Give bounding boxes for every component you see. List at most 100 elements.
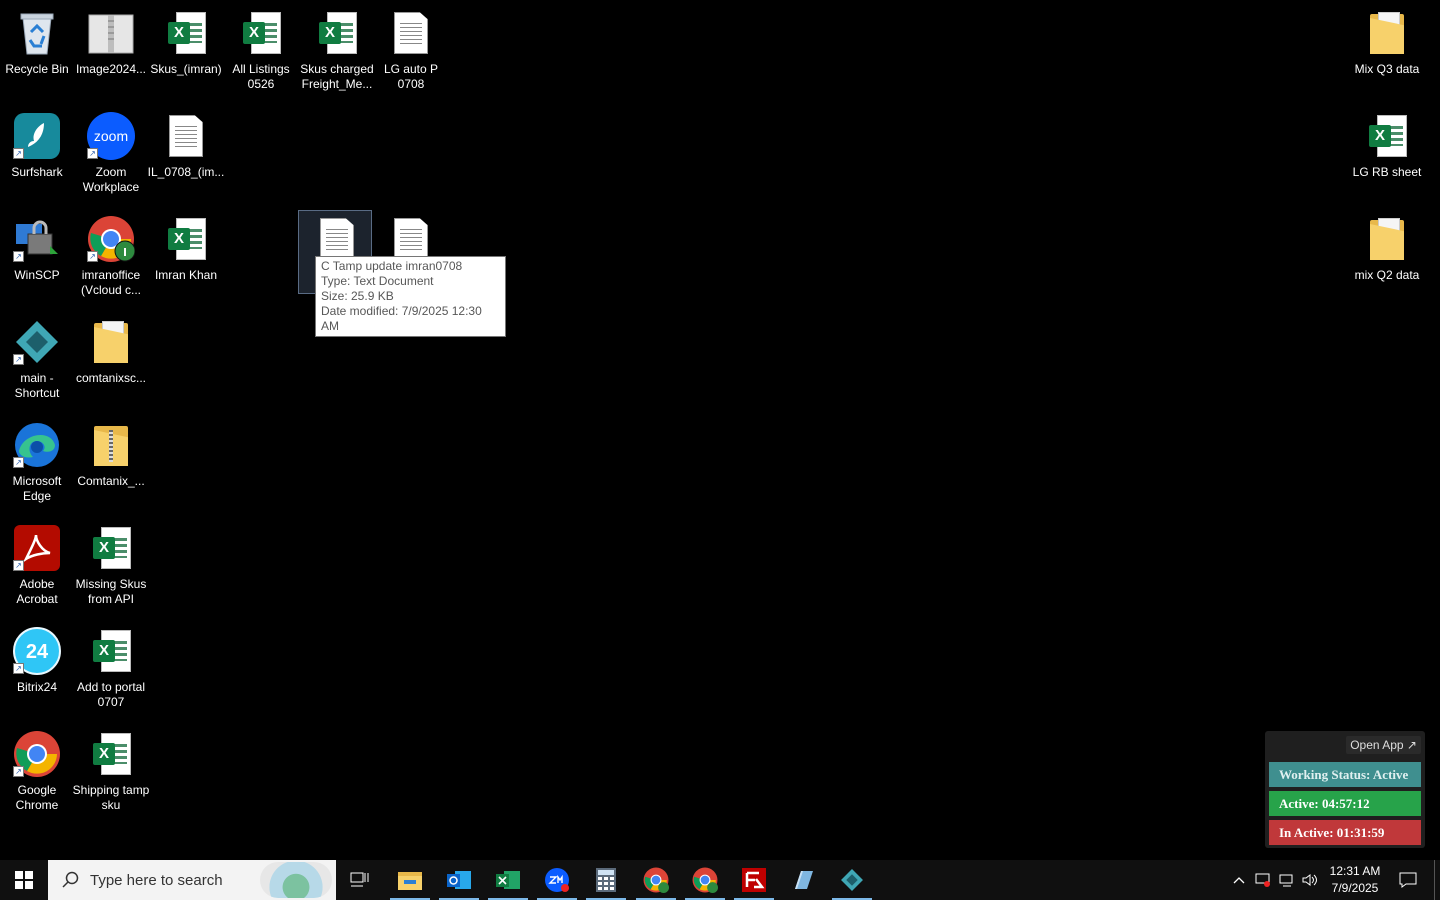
desktop-icon-surfshark[interactable]: ↗ Surfshark (0, 111, 74, 180)
diamond-app-icon: ↗ (12, 317, 62, 367)
text-file-icon (161, 111, 211, 161)
tooltip-type: Type: Text Document (321, 274, 434, 288)
calculator-icon (596, 868, 616, 892)
taskbar-chrome[interactable] (681, 860, 729, 900)
desktop-icon-skus-imran[interactable]: X Skus_(imran) (149, 8, 223, 77)
taskbar-calculator[interactable] (582, 860, 630, 900)
desktop-icon-missing-skus[interactable]: X Missing Skus from API (74, 523, 148, 607)
tray-overflow-button[interactable] (1228, 860, 1250, 900)
shortcut-arrow-icon: ↗ (13, 663, 24, 674)
taskbar-app-blue[interactable] (779, 860, 827, 900)
windows-icon (15, 871, 33, 889)
folder-icon (1362, 214, 1412, 264)
taskbar-zoom[interactable] (533, 860, 581, 900)
search-icon (62, 871, 79, 888)
desktop-icon-label: Recycle Bin (5, 62, 69, 76)
desktop-icon-all-listings[interactable]: X All Listings 0526 (224, 8, 298, 92)
desktop-icon-shipping[interactable]: X Shipping tamp sku (72, 729, 150, 813)
desktop-icon-recycle-bin[interactable]: Recycle Bin (0, 8, 74, 77)
taskbar-clock[interactable]: 12:31 AM 7/9/2025 (1322, 860, 1388, 900)
shortcut-arrow-icon: ↗ (13, 354, 24, 365)
task-view-button[interactable] (336, 860, 384, 900)
desktop-icon-label: Image2024... (75, 62, 147, 76)
excel-file-icon: X (236, 8, 286, 58)
desktop-icon-label: Microsoft Edge (12, 474, 62, 503)
desktop-icon-il-0708[interactable]: IL_0708_(im... (148, 111, 224, 180)
shortcut-arrow-icon: ↗ (13, 766, 24, 777)
show-desktop-button[interactable] (1434, 860, 1440, 900)
zoom-taskbar-icon (545, 868, 569, 892)
taskbar-search[interactable]: Type here to search (48, 860, 336, 900)
taskbar-outlook[interactable] (435, 860, 483, 900)
desktop-icon-zoom[interactable]: zoom ↗ Zoom Workplace (74, 111, 148, 195)
text-file-icon (386, 8, 436, 58)
desktop-icon-main-shortcut[interactable]: ↗ main - Shortcut (0, 317, 74, 401)
acrobat-icon: ↗ (12, 523, 62, 573)
desktop-icon-comtanixsc[interactable]: comtanixsc... (74, 317, 148, 386)
taskbar-main-app[interactable] (828, 860, 876, 900)
excel-file-icon: X (312, 8, 362, 58)
desktop-icon-chrome[interactable]: ↗ Google Chrome (0, 729, 74, 813)
desktop: Recycle Bin ↗ Surfshark ↗ WinSCP ↗ main … (0, 0, 1440, 860)
excel-file-icon: X (86, 729, 136, 779)
desktop-icon-lg-rb[interactable]: X LG RB sheet (1350, 111, 1424, 180)
clock-date: 7/9/2025 (1331, 881, 1379, 895)
shortcut-arrow-icon: ↗ (87, 251, 98, 262)
desktop-icon-mix-q2[interactable]: mix Q2 data (1350, 214, 1424, 283)
desktop-icon-bitrix24[interactable]: 24 ↗ Bitrix24 (0, 626, 74, 695)
tray-network[interactable] (1276, 860, 1298, 900)
open-app-button[interactable]: Open App ↗ (1346, 736, 1421, 754)
desktop-icon-add-portal[interactable]: X Add to portal 0707 (74, 626, 148, 710)
winscp-icon: ↗ (12, 214, 62, 264)
notification-icon (1399, 872, 1417, 888)
desktop-icon-lg-auto[interactable]: LG auto P 0708 (374, 8, 448, 92)
tray-network-alert[interactable] (1252, 860, 1274, 900)
desktop-icon-label: Surfshark (11, 165, 63, 179)
excel-file-icon: X (86, 523, 136, 573)
excel-file-icon: X (1362, 111, 1412, 161)
desktop-icon-skus-charged[interactable]: X Skus charged Freight_Me... (300, 8, 374, 92)
taskbar-chrome-profile[interactable] (632, 860, 680, 900)
desktop-icon-label: Bitrix24 (16, 680, 57, 694)
outlook-icon (447, 871, 471, 889)
excel-file-icon: X (161, 8, 211, 58)
chrome-profile-taskbar-icon (643, 867, 669, 893)
taskbar-excel[interactable] (484, 860, 532, 900)
desktop-icon-label: Adobe Acrobat (16, 577, 58, 606)
desktop-icon-image2024[interactable]: Image2024... (74, 8, 148, 77)
excel-icon (496, 871, 520, 889)
taskbar: Type here to search 12:31 AM 7/9/2025 (0, 860, 1440, 900)
shortcut-arrow-icon: ↗ (87, 148, 98, 159)
desktop-icon-imranoffice[interactable]: ↗ imranoffice (Vcloud c... (74, 214, 148, 298)
active-time: Active: 04:57:12 (1269, 791, 1421, 816)
zip-archive-icon (86, 8, 136, 58)
network-icon (1279, 874, 1293, 887)
chrome-taskbar-icon (692, 867, 718, 893)
tray-volume[interactable] (1299, 860, 1321, 900)
zip-folder-icon (86, 420, 136, 470)
desktop-icon-label: Imran Khan (154, 268, 218, 282)
filezilla-icon (742, 868, 766, 892)
desktop-icon-acrobat[interactable]: ↗ Adobe Acrobat (0, 523, 74, 607)
desktop-icon-label: Skus_(imran) (150, 62, 222, 76)
desktop-icon-label: imranoffice (Vcloud c... (80, 268, 142, 297)
desktop-icon-mix-q3[interactable]: Mix Q3 data (1350, 8, 1424, 77)
desktop-icon-label: mix Q2 data (1354, 268, 1420, 282)
folder-icon (1362, 8, 1412, 58)
desktop-icon-comtanix-zip[interactable]: Comtanix_... (74, 420, 148, 489)
desktop-icon-label: comtanixsc... (75, 371, 147, 385)
excel-file-icon: X (86, 626, 136, 676)
desktop-icon-edge[interactable]: ↗ Microsoft Edge (0, 420, 74, 504)
desktop-icon-label: Comtanix_... (77, 474, 145, 488)
desktop-icon-imran-khan[interactable]: X Imran Khan (149, 214, 223, 283)
file-explorer-icon (398, 872, 422, 890)
folder-icon (86, 317, 136, 367)
desktop-icon-winscp[interactable]: ↗ WinSCP (0, 214, 74, 283)
taskbar-filezilla[interactable] (730, 860, 778, 900)
taskbar-file-explorer[interactable] (386, 860, 434, 900)
desktop-icon-label: Google Chrome (15, 783, 59, 812)
search-highlight-image (260, 862, 332, 898)
action-center-button[interactable] (1394, 860, 1422, 900)
start-button[interactable] (0, 860, 48, 900)
desktop-icon-label: Shipping tamp sku (72, 783, 150, 812)
